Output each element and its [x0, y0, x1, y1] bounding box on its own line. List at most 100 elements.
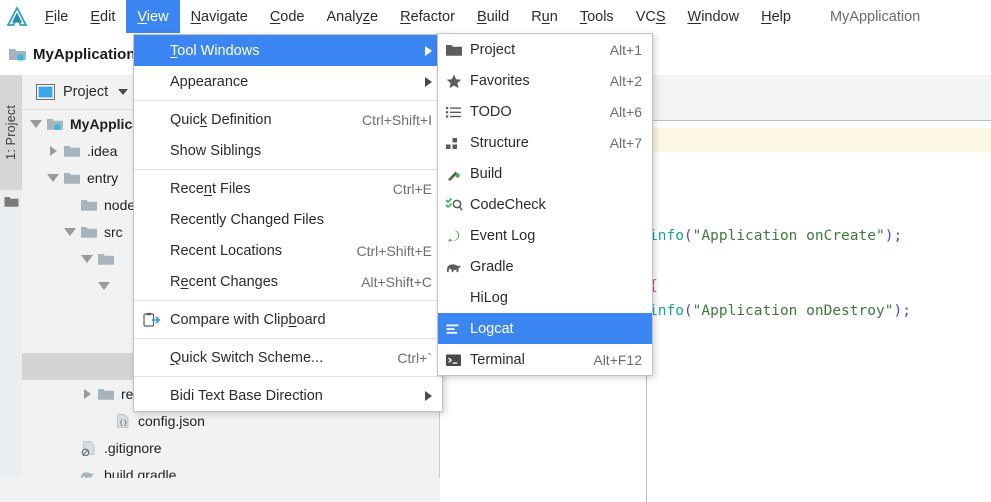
code-token: ) [893, 303, 903, 319]
menu-item-label: Appearance [170, 73, 249, 90]
menu-item-codecheck[interactable]: CodeCheck [438, 189, 652, 220]
menu-item-build[interactable]: Build [438, 158, 652, 189]
folder-icon [80, 197, 98, 213]
project-panel-footer [0, 478, 440, 502]
svg-text:{}: {} [119, 419, 127, 427]
menu-separator [134, 338, 442, 339]
menu-vcs[interactable]: VCS [625, 0, 677, 33]
tree-expand-arrow-down-icon[interactable] [64, 227, 76, 236]
menu-item-event-log[interactable]: Event Log [438, 220, 652, 251]
menu-item-shortcut: Ctrl+E [392, 180, 432, 197]
tree-expand-arrow-right-icon[interactable] [49, 145, 57, 156]
terminal-icon [438, 352, 470, 368]
code-token: ; [902, 303, 911, 319]
tree-toggle[interactable] [77, 254, 97, 263]
tree-expand-arrow-down-icon[interactable] [30, 119, 42, 128]
menu-item-logcat[interactable]: Logcat [438, 313, 652, 344]
menu-item-compare-clipboard[interactable]: Compare with Clipboard [134, 304, 442, 335]
tree-toggle[interactable] [60, 227, 80, 236]
menu-item-shortcut: Ctrl+Shift+I [361, 111, 432, 128]
menu-item-structure[interactable]: Structure Alt+7 [438, 127, 652, 158]
ide-window: File Edit View Navigate Code Analyze Ref… [0, 0, 991, 502]
menu-item-terminal[interactable]: Terminal Alt+F12 [438, 344, 652, 375]
menu-item-shortcut: Ctrl+Shift+E [356, 242, 432, 259]
menu-item-label: TODO [470, 103, 512, 120]
submenu-arrow-icon [425, 45, 432, 56]
code-token: "Application onDestroy" [692, 303, 894, 319]
tree-expand-arrow-right-icon[interactable] [83, 388, 91, 399]
menu-item-bidi-text[interactable]: Bidi Text Base Direction [134, 380, 442, 411]
project-view-icon [36, 84, 55, 100]
menu-item-project[interactable]: Project Alt+1 [438, 34, 652, 65]
menu-item-label: Structure [470, 134, 529, 151]
menu-item-show-siblings[interactable]: Show Siblings [134, 135, 442, 166]
menu-item-shortcut: Ctrl+` [397, 349, 432, 366]
editor-code-view[interactable]: info("Application onCreate");{info("Appl… [649, 121, 991, 502]
menu-item-recent-locations[interactable]: Recent Locations Ctrl+Shift+E [134, 235, 442, 266]
code-line: info("Application onDestroy"); [649, 303, 911, 319]
tree-expand-arrow-down-icon[interactable] [47, 173, 59, 182]
menu-item-recent-files[interactable]: Recent Files Ctrl+E [134, 173, 442, 204]
menu-refactor[interactable]: Refactor [389, 0, 466, 33]
menu-item-favorites[interactable]: Favorites Alt+2 [438, 65, 652, 96]
menu-file[interactable]: File [34, 0, 79, 33]
menu-item-label: Recent Changes [170, 273, 279, 290]
code-token: ( [683, 303, 693, 319]
view-dropdown-menu: Tool Windows Appearance Quick Definition Ct… [133, 34, 443, 412]
folder-icon [97, 386, 115, 402]
tree-toggle[interactable] [77, 388, 97, 399]
page-title: MyApplication [33, 45, 136, 63]
menu-item-label: Logcat [470, 320, 514, 337]
menu-window[interactable]: Window [677, 0, 751, 33]
sidebar-tab-project[interactable]: 1: Project [0, 75, 22, 190]
gradle-elephant-icon [438, 259, 470, 275]
logcat-icon [438, 321, 470, 337]
left-tool-strip: 1: Project [0, 75, 23, 502]
menu-item-label: Project [470, 41, 516, 58]
structure-icon [438, 135, 470, 151]
menu-tools[interactable]: Tools [569, 0, 625, 33]
menu-item-quick-definition[interactable]: Quick Definition Ctrl+Shift+I [134, 104, 442, 135]
chevron-down-icon[interactable] [118, 89, 129, 95]
menu-navigate[interactable]: Navigate [180, 0, 259, 33]
menu-item-tool-windows[interactable]: Tool Windows [134, 35, 442, 66]
menu-item-label: Recent Files [170, 180, 251, 197]
code-token: "Application onCreate" [692, 228, 885, 244]
menu-run[interactable]: Run [520, 0, 569, 33]
menu-item-shortcut: Alt+2 [609, 72, 642, 89]
menu-item-hilog[interactable]: HiLog [438, 282, 652, 313]
folder-icon [63, 143, 81, 159]
menu-analyze[interactable]: Analyze [316, 0, 390, 33]
menu-item-gradle[interactable]: Gradle [438, 251, 652, 282]
tree-item[interactable]: .gitignore [22, 434, 439, 461]
menu-item-appearance[interactable]: Appearance [134, 66, 442, 97]
tree-expand-arrow-down-icon[interactable] [81, 254, 93, 263]
folder-icon [80, 224, 98, 240]
tree-toggle[interactable] [94, 281, 114, 290]
menu-code[interactable]: Code [259, 0, 316, 33]
tree-toggle[interactable] [26, 119, 46, 128]
event-log-icon [438, 228, 470, 244]
tree-toggle[interactable] [43, 145, 63, 156]
menu-item-recently-changed[interactable]: Recently Changed Files [134, 204, 442, 235]
tree-item-label: .gitignore [104, 439, 162, 456]
menu-item-label: Recent Locations [170, 242, 283, 259]
menu-item-quick-switch-scheme[interactable]: Quick Switch Scheme... Ctrl+` [134, 342, 442, 373]
hammer-icon [438, 166, 470, 182]
project-folder-icon[interactable] [4, 195, 19, 208]
menu-item-recent-changes[interactable]: Recent Changes Alt+Shift+C [134, 266, 442, 297]
menu-view[interactable]: View [126, 0, 180, 33]
tree-item-label: config.json [138, 412, 205, 429]
menu-build[interactable]: Build [466, 0, 520, 33]
tree-toggle[interactable] [43, 173, 63, 182]
menu-item-label: Event Log [470, 227, 536, 244]
menu-item-todo[interactable]: TODO Alt+6 [438, 96, 652, 127]
menu-item-label: Tool Windows [170, 42, 260, 59]
menu-separator [134, 376, 442, 377]
tree-expand-arrow-down-icon[interactable] [98, 281, 110, 290]
menu-edit[interactable]: Edit [79, 0, 126, 33]
menu-item-shortcut: Alt+F12 [593, 351, 642, 368]
json-file-icon: {} [114, 413, 132, 429]
code-token: ; [893, 228, 903, 244]
menu-help[interactable]: Help [750, 0, 802, 33]
